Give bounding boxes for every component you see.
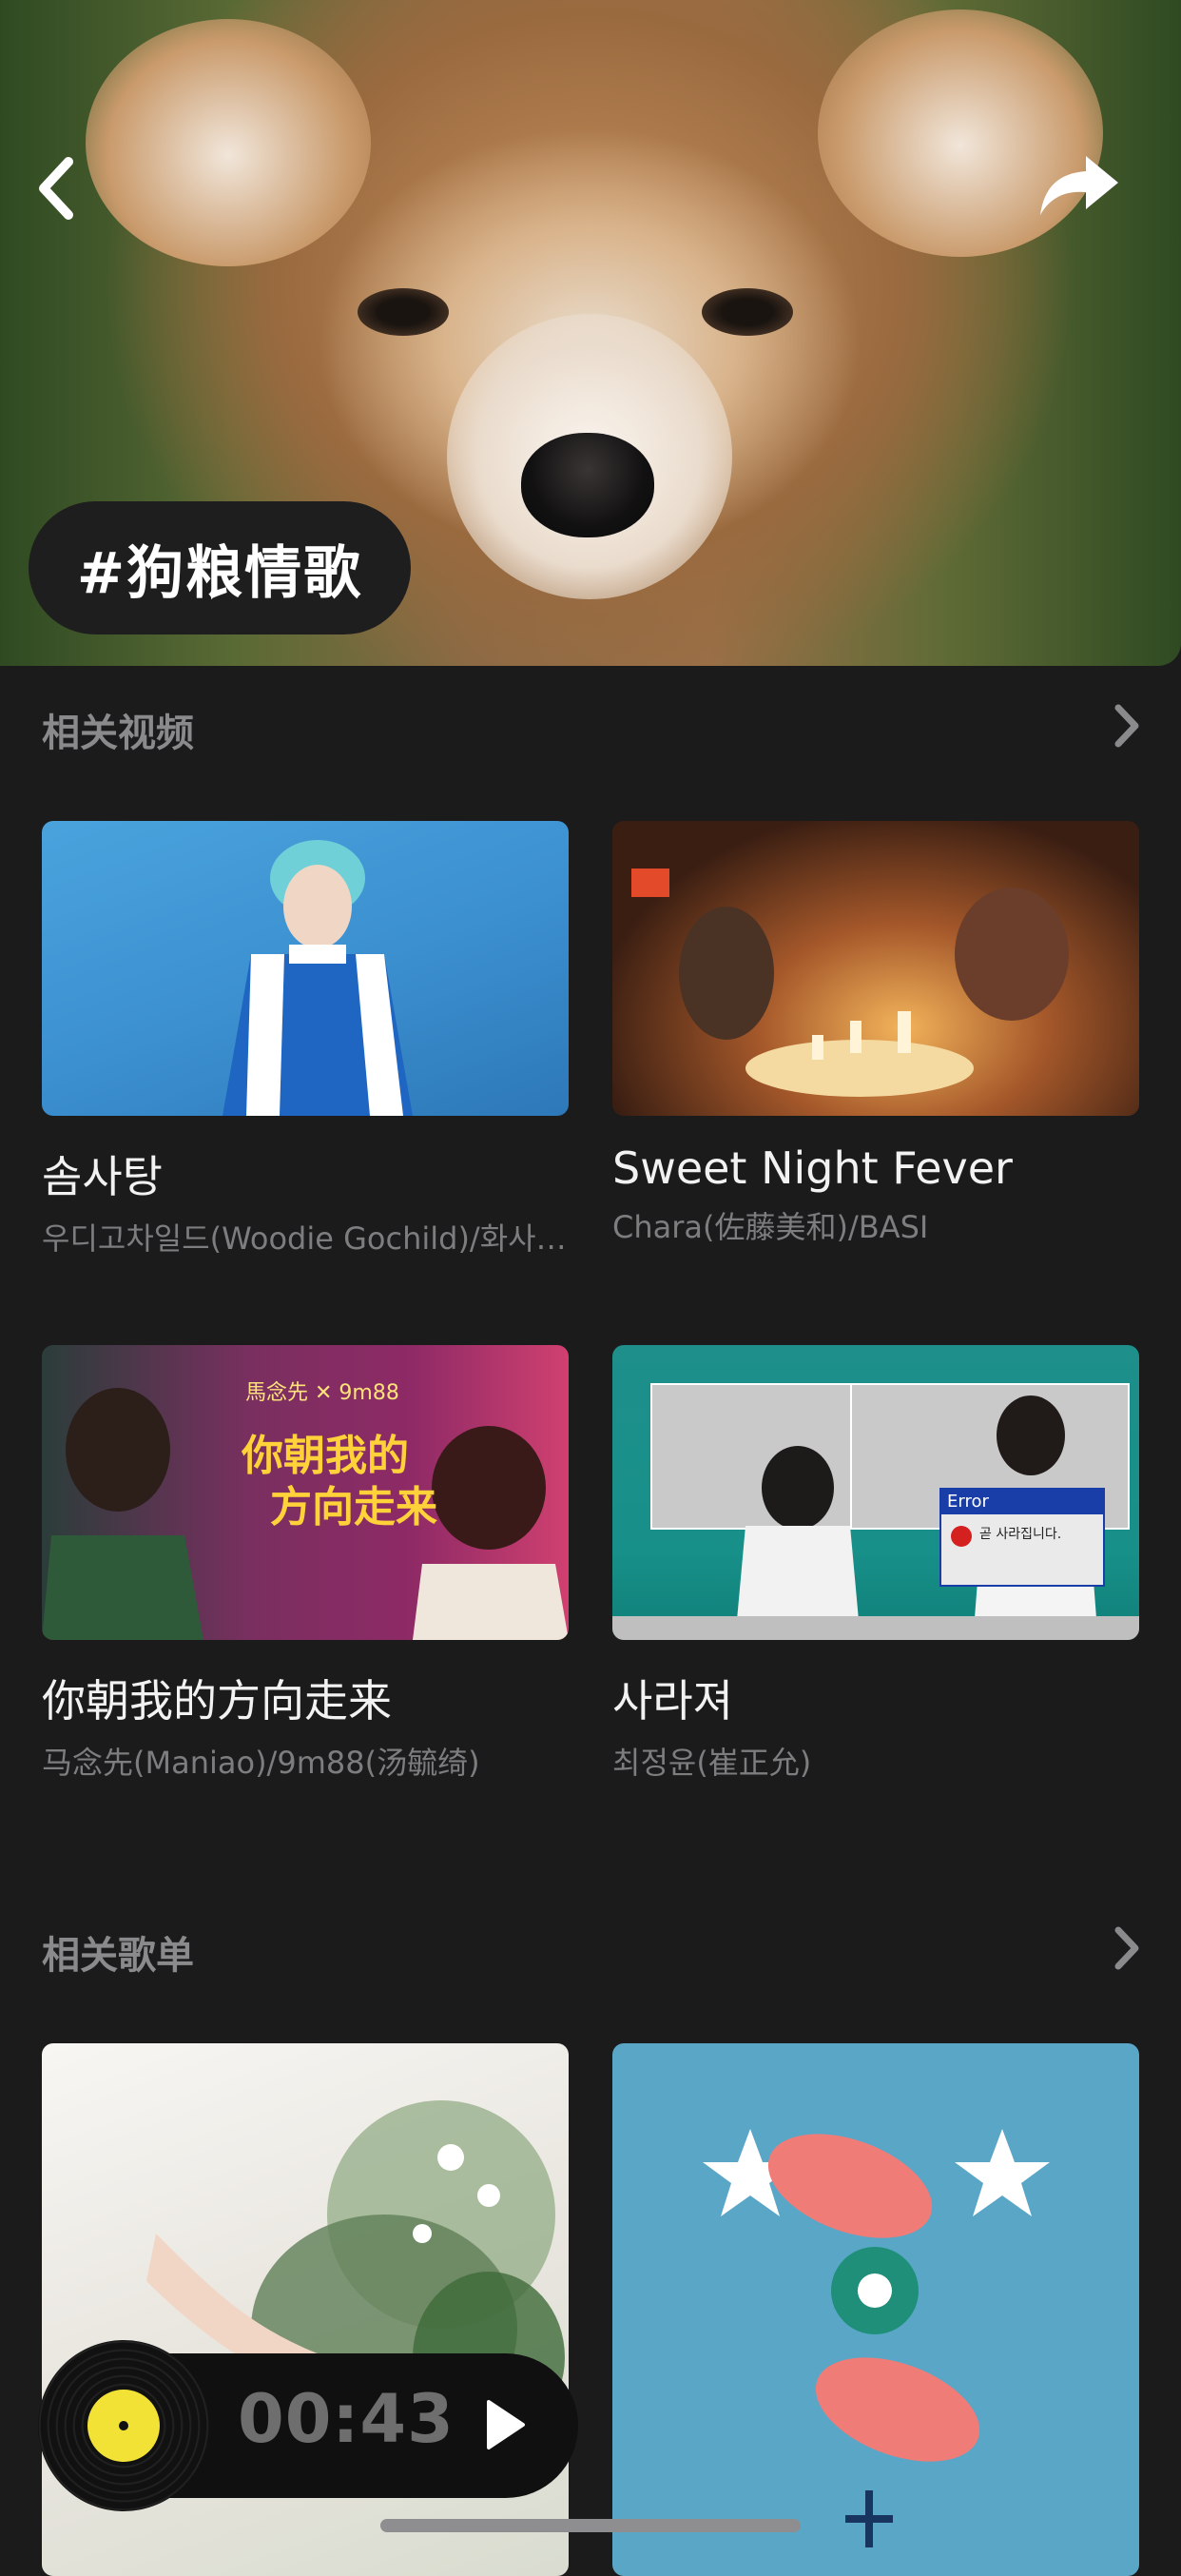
thumbnail-error-dialog: Error 곧 사라집니다. [939,1488,1105,1587]
hashtag-pill: #狗粮情歌 [29,501,411,634]
related-playlists-title: 相关歌单 [42,1934,194,1978]
chevron-right-icon[interactable] [1107,702,1145,750]
hero-image-eye-left [358,288,449,336]
related-videos-header[interactable]: 相关视频 [42,693,1145,759]
play-icon[interactable] [483,2398,527,2451]
video-title: Sweet Night Fever [612,1142,1013,1194]
hero-image-ear-right [818,10,1103,257]
playback-time: 00:43 [238,2380,455,2458]
share-icon[interactable] [1036,152,1122,219]
video-thumbnail[interactable]: 馬念先 ✕ 9m88 你朝我的 方向走来 [42,1345,569,1640]
disc-label [87,2390,160,2462]
video-artist: Chara(佐藤美和)/BASI [612,1209,929,1245]
hero-image-ear-left [86,19,371,266]
video-thumbnail[interactable] [612,821,1139,1116]
thumbnail-title-line1: 你朝我的 [242,1432,409,1480]
thumbnail-artists-text: 馬念先 ✕ 9m88 [245,1381,399,1405]
related-videos-title: 相关视频 [42,712,194,755]
hero-image-eye-right [702,288,793,336]
hero-banner: #狗粮情歌 [0,0,1181,666]
thumbnail-title-line2: 方向走来 [270,1483,437,1532]
video-title: 솜사탕 [42,1151,163,1202]
disc-hole [119,2421,128,2430]
vinyl-disc-icon[interactable] [38,2340,209,2511]
error-dialog-title: Error [941,1490,1103,1514]
video-artist: 우디고차일드(Woodie Gochild)/화사(HWA SA) [42,1220,569,1257]
hero-image-nose [521,433,654,537]
video-title: 사라져 [612,1675,733,1727]
video-artist: 최정윤(崔正允) [612,1745,812,1781]
chevron-right-icon[interactable] [1107,1924,1145,1972]
thumbnail-figure [223,840,413,1116]
hashtag-title: #狗粮情歌 [76,539,363,607]
playlist-card[interactable] [612,2043,1139,2576]
related-playlists-header[interactable]: 相关歌单 [42,1915,1145,1981]
back-chevron-icon[interactable] [29,152,86,224]
video-card[interactable]: 馬念先 ✕ 9m88 你朝我的 方向走来 你朝我的方向走来 马念先(Maniao… [42,1345,569,1783]
playlist-cover[interactable] [612,2043,1139,2576]
error-icon [951,1526,972,1547]
video-card[interactable]: Sweet Night Fever Chara(佐藤美和)/BASI [612,821,1139,1247]
playlist-cover-art [703,2129,1050,2547]
video-thumbnail[interactable] [42,821,569,1116]
video-thumbnail[interactable]: Error 곧 사라집니다. [612,1345,1139,1640]
video-card[interactable]: 솜사탕 우디고차일드(Woodie Gochild)/화사(HWA SA) [42,821,569,1259]
thumbnail-figure [631,868,1069,1097]
video-title: 你朝我的方向走来 [42,1675,392,1727]
home-indicator[interactable] [380,2519,801,2532]
video-artist: 马念先(Maniao)/9m88(汤毓绮) [42,1745,480,1781]
video-card[interactable]: Error 곧 사라집니다. 사라져 최정윤(崔正允) [612,1345,1139,1783]
